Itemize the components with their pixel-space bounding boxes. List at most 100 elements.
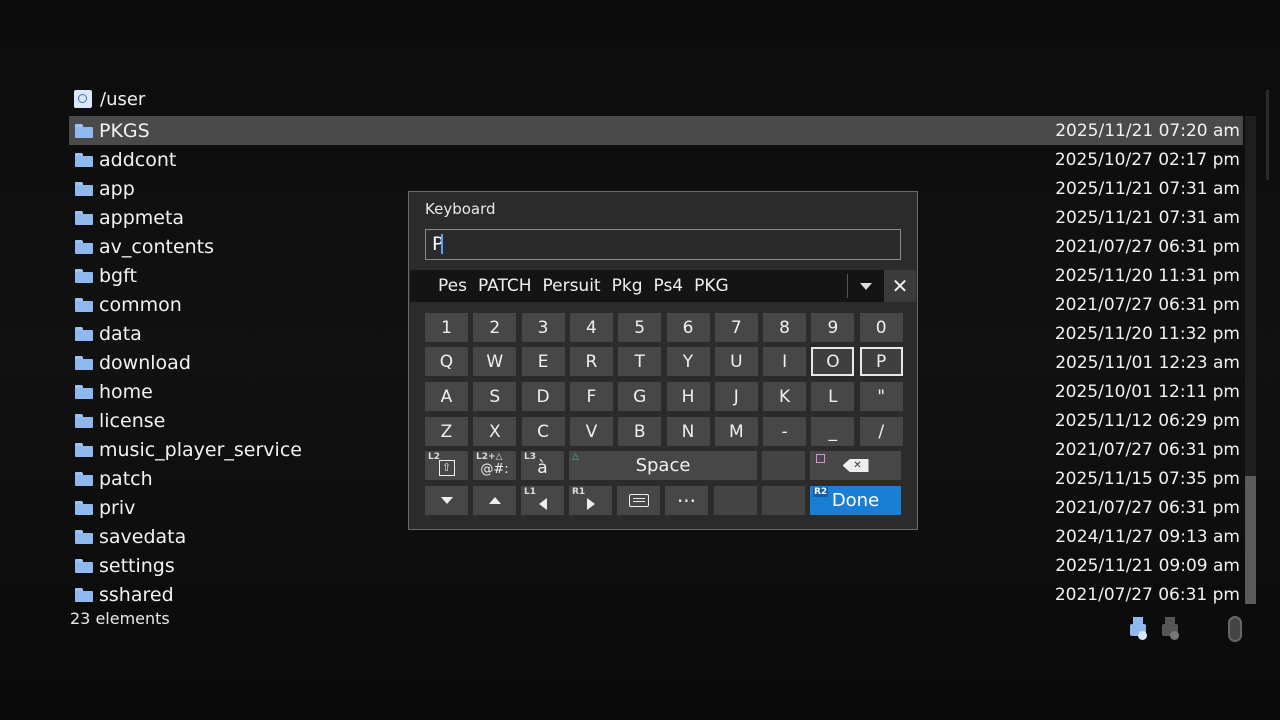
folder-name: addcont: [99, 148, 177, 171]
key[interactable]: O: [811, 347, 855, 376]
file-row[interactable]: settings 2025/11/21 09:09 am: [69, 551, 1243, 580]
folder-date: 2025/11/21 07:31 am: [1055, 178, 1240, 199]
cursor-left-tag: L1: [524, 487, 536, 497]
key[interactable]: 3: [521, 313, 565, 342]
file-row[interactable]: sshared 2021/07/27 06:31 pm: [69, 580, 1243, 604]
file-row-left: home: [75, 381, 153, 403]
symbols-key-label: @#:: [480, 462, 509, 477]
key[interactable]: T: [618, 347, 662, 376]
backspace-icon: ✕: [842, 459, 869, 472]
folder-name: common: [99, 293, 182, 316]
key[interactable]: L: [811, 382, 855, 411]
key[interactable]: Z: [425, 417, 468, 446]
cursor-down-key[interactable]: [425, 486, 468, 515]
key[interactable]: Q: [425, 347, 468, 376]
folder-name: download: [99, 351, 191, 374]
file-row-left: sshared: [75, 583, 174, 605]
key[interactable]: D: [521, 382, 565, 411]
space-key-label: Space: [635, 455, 691, 476]
file-row-left: patch: [75, 468, 153, 490]
cursor-up-key[interactable]: [473, 486, 516, 515]
key[interactable]: 6: [666, 313, 710, 342]
key[interactable]: W: [473, 347, 517, 376]
status-icons: [1128, 617, 1180, 641]
key[interactable]: 2: [473, 313, 517, 342]
file-row[interactable]: addcont 2025/10/27 02:17 pm: [69, 145, 1243, 174]
key[interactable]: Y: [666, 347, 710, 376]
more-key[interactable]: ···: [665, 486, 708, 515]
folder-date: 2025/10/27 02:17 pm: [1054, 149, 1240, 170]
key[interactable]: J: [714, 382, 758, 411]
shift-key[interactable]: L2 ⇧: [425, 451, 468, 480]
key[interactable]: -: [763, 417, 807, 446]
key[interactable]: C: [521, 417, 565, 446]
key[interactable]: S: [473, 382, 517, 411]
key[interactable]: N: [666, 417, 710, 446]
scrollbar-thumb[interactable]: [1245, 476, 1256, 604]
blank-key[interactable]: [714, 486, 757, 515]
key[interactable]: 9: [811, 313, 855, 342]
key[interactable]: ": [859, 382, 903, 411]
suggestion-word[interactable]: PKG: [694, 276, 729, 296]
folder-date: 2021/07/27 06:31 pm: [1054, 294, 1240, 315]
key[interactable]: M: [714, 417, 758, 446]
scrollbar[interactable]: [1245, 116, 1256, 604]
key[interactable]: /: [859, 417, 903, 446]
suggestion-word[interactable]: PATCH: [478, 276, 532, 296]
key[interactable]: 8: [763, 313, 807, 342]
folder-icon: [75, 587, 93, 602]
folder-icon: [75, 500, 93, 515]
keyboard-text-input[interactable]: P: [425, 229, 901, 260]
folder-name: PKGS: [99, 119, 150, 142]
key[interactable]: _: [811, 417, 855, 446]
key[interactable]: A: [425, 382, 468, 411]
symbols-key[interactable]: L2+△ @#:: [473, 451, 516, 480]
key[interactable]: X: [473, 417, 517, 446]
key[interactable]: 5: [618, 313, 662, 342]
keyboard-layout-key[interactable]: [617, 486, 660, 515]
key[interactable]: 4: [569, 313, 613, 342]
key[interactable]: R: [569, 347, 613, 376]
accent-key[interactable]: L3 à: [521, 451, 564, 480]
cursor-right-key[interactable]: R1: [569, 486, 612, 515]
key[interactable]: V: [569, 417, 613, 446]
key[interactable]: U: [714, 347, 758, 376]
file-row-left: PKGS: [75, 120, 150, 142]
close-button[interactable]: ✕: [884, 270, 916, 302]
blank-key[interactable]: [762, 486, 805, 515]
done-button[interactable]: R2 Done: [810, 486, 901, 515]
key[interactable]: 0: [859, 313, 903, 342]
chevron-down-icon[interactable]: [856, 276, 876, 296]
arrow-up-icon: [488, 497, 501, 504]
folder-date: 2025/11/20 11:31 pm: [1054, 265, 1240, 286]
key[interactable]: E: [521, 347, 565, 376]
file-browser-screen: /user PKGS 2025/11/21 07:20 am addcont 2025…: [0, 0, 1280, 720]
suggestion-word[interactable]: Ps4: [654, 276, 684, 296]
key[interactable]: F: [569, 382, 613, 411]
options-button-icon: [1228, 616, 1242, 642]
folder-name: settings: [99, 554, 175, 577]
suggestion-word[interactable]: Pkg: [612, 276, 643, 296]
backspace-key[interactable]: ✕: [810, 451, 901, 480]
key[interactable]: 7: [714, 313, 758, 342]
key[interactable]: P: [859, 347, 903, 376]
folder-name: sshared: [99, 583, 174, 605]
suggestion-word[interactable]: Persuit: [542, 276, 600, 296]
space-key[interactable]: △ Space: [569, 451, 757, 480]
keyboard-icon: [628, 494, 649, 507]
folder-name: app: [99, 177, 135, 200]
key[interactable]: I: [763, 347, 807, 376]
folder-icon: [75, 181, 93, 196]
cursor-left-key[interactable]: L1: [521, 486, 564, 515]
key[interactable]: K: [763, 382, 807, 411]
suggestion-word[interactable]: Pes: [438, 276, 467, 296]
file-row-left: savedata: [75, 526, 186, 548]
key[interactable]: H: [666, 382, 710, 411]
key[interactable]: B: [618, 417, 662, 446]
suggestion-list: Pes PATCH Persuit Pkg Ps4 PKG: [410, 276, 729, 296]
blank-key[interactable]: [762, 451, 805, 480]
key[interactable]: G: [618, 382, 662, 411]
folder-icon: [75, 239, 93, 254]
key[interactable]: 1: [425, 313, 468, 342]
file-row[interactable]: PKGS 2025/11/21 07:20 am: [69, 116, 1243, 145]
